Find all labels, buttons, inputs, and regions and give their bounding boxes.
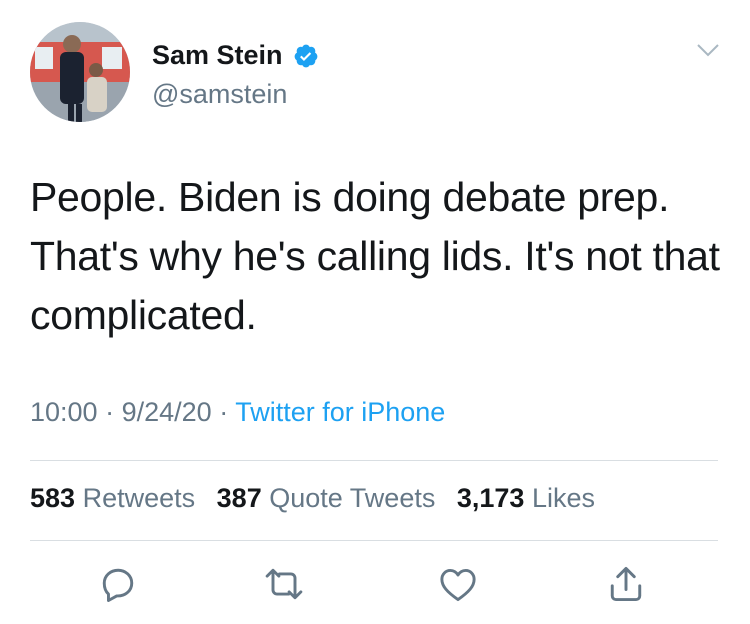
chevron-down-icon[interactable] xyxy=(696,42,720,58)
retweet-icon[interactable] xyxy=(262,562,306,606)
tweet-header: Sam Stein @samstein xyxy=(30,22,730,122)
likes-count: 3,173 xyxy=(456,483,525,513)
quote-tweets-stat[interactable]: 387 Quote Tweets xyxy=(217,483,436,513)
share-icon[interactable] xyxy=(604,562,648,606)
likes-label: Likes xyxy=(531,483,595,513)
tweet-meta: 10:00 · 9/24/20 · Twitter for iPhone xyxy=(30,397,445,428)
display-name[interactable]: Sam Stein xyxy=(152,40,283,71)
retweets-count: 583 xyxy=(30,483,76,513)
likes-stat[interactable]: 3,173 Likes xyxy=(457,483,595,513)
tweet-source-link[interactable]: Twitter for iPhone xyxy=(235,397,445,427)
tweet-stats: 583 Retweets 387 Quote Tweets 3,173 Like… xyxy=(30,483,609,514)
divider xyxy=(30,460,718,461)
action-bar xyxy=(0,562,750,606)
tweet-date[interactable]: 9/24/20 xyxy=(122,397,212,427)
like-icon[interactable] xyxy=(436,562,480,606)
avatar[interactable] xyxy=(30,22,130,122)
reply-icon[interactable] xyxy=(96,562,140,606)
retweets-label: Retweets xyxy=(82,483,196,513)
user-handle[interactable]: @samstein xyxy=(152,79,319,110)
tweet-text: People. Biden is doing debate prep. That… xyxy=(30,174,720,338)
divider xyxy=(30,540,718,541)
separator: · xyxy=(219,397,236,427)
quotes-label: Quote Tweets xyxy=(269,483,436,513)
separator: · xyxy=(105,397,122,427)
retweets-stat[interactable]: 583 Retweets xyxy=(30,483,195,513)
tweet-time[interactable]: 10:00 xyxy=(30,397,98,427)
quotes-count: 387 xyxy=(216,483,262,513)
verified-badge-icon xyxy=(293,43,319,69)
user-names: Sam Stein @samstein xyxy=(152,40,319,110)
